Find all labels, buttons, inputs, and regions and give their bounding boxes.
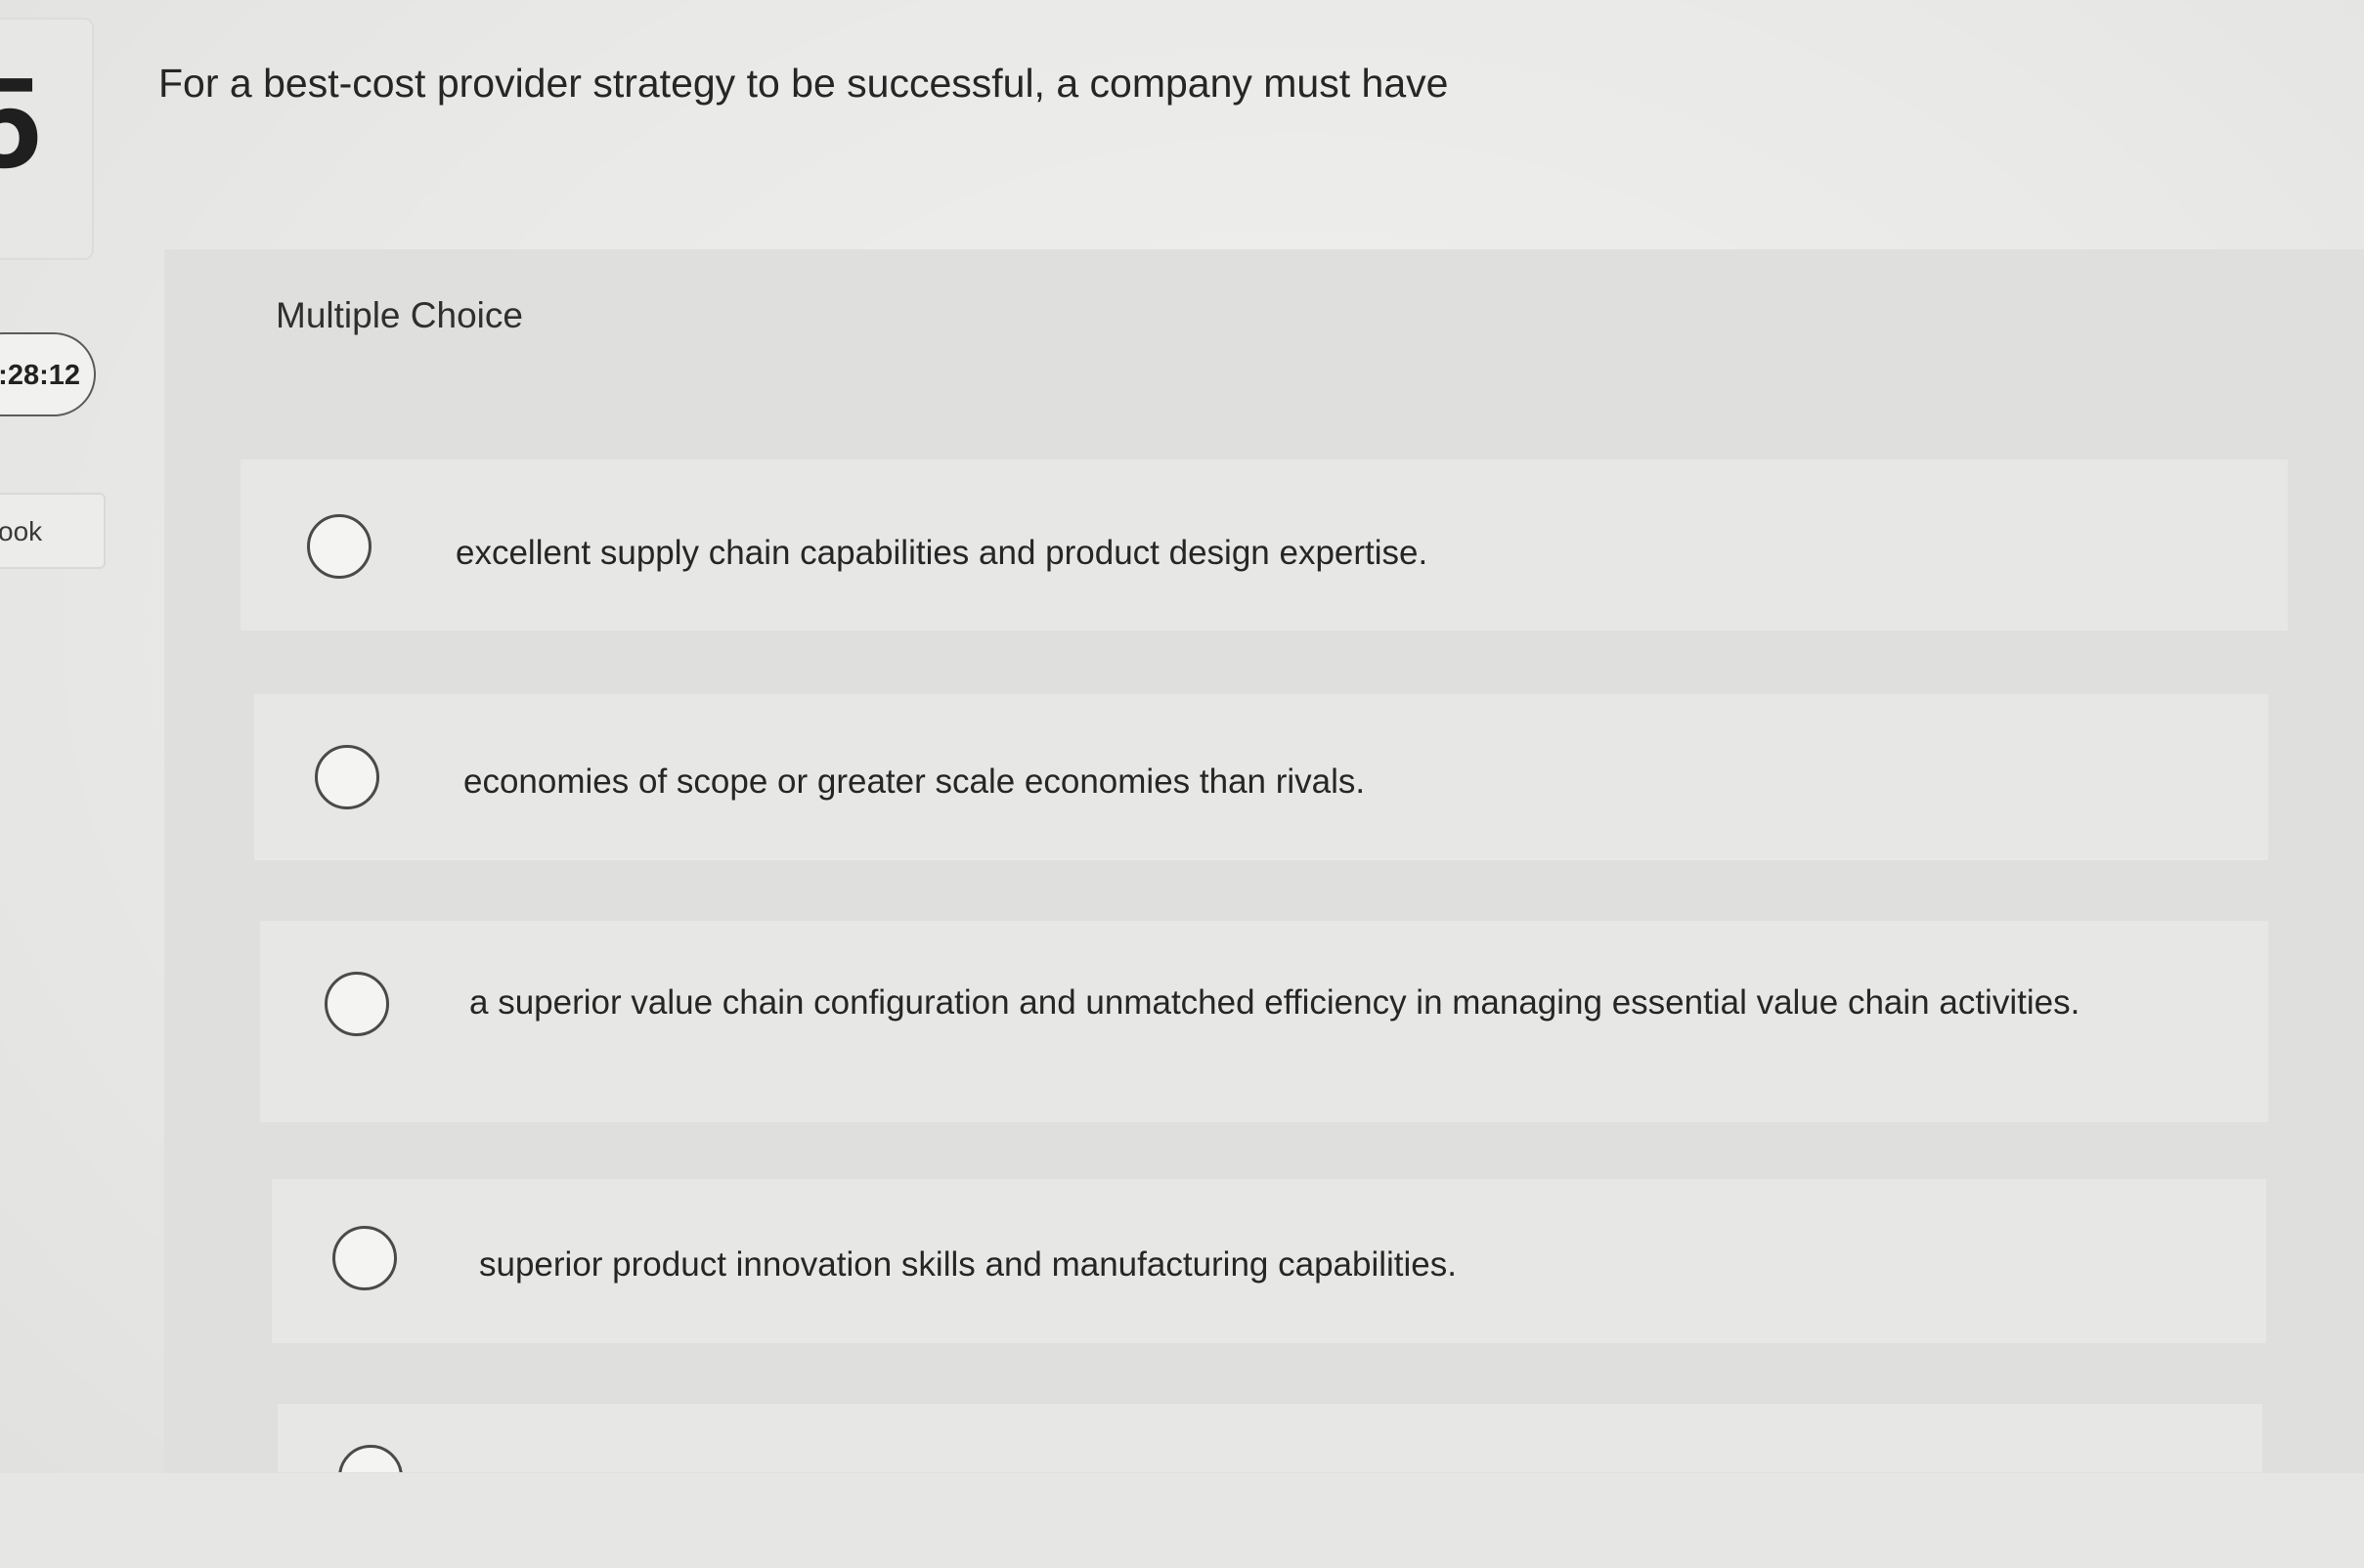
radio-button-c[interactable] <box>325 972 389 1036</box>
ebook-button-label: ook <box>0 516 43 546</box>
question-prompt: For a best-cost provider strategy to be … <box>158 61 1449 106</box>
timer-pill[interactable]: 0:28:12 <box>0 332 96 416</box>
choice-text-d: superior product innovation skills and m… <box>479 1245 1457 1284</box>
choice-option-c[interactable]: a superior value chain configuration and… <box>260 921 2268 1122</box>
radio-button-e[interactable] <box>338 1445 403 1472</box>
choice-option-e[interactable] <box>278 1404 2262 1472</box>
choice-option-d[interactable]: superior product innovation skills and m… <box>272 1179 2266 1343</box>
question-type-label: Multiple Choice <box>276 295 523 335</box>
choice-text-c: a superior value chain configuration and… <box>469 983 2080 1022</box>
question-number: 5 <box>0 59 41 188</box>
radio-button-b[interactable] <box>315 745 379 809</box>
choice-text-a: excellent supply chain capabilities and … <box>456 534 1428 572</box>
radio-button-d[interactable] <box>332 1226 397 1290</box>
radio-button-a[interactable] <box>307 514 372 579</box>
timer-text: 0:28:12 <box>0 360 80 391</box>
choice-text-b: economies of scope or greater scale econ… <box>463 762 1366 801</box>
choice-option-b[interactable]: economies of scope or greater scale econ… <box>254 694 2268 860</box>
question-number-box: 5 <box>0 18 94 260</box>
ebook-button[interactable]: ook <box>0 493 106 569</box>
bottom-strip <box>0 1473 2364 1568</box>
choice-option-a[interactable]: excellent supply chain capabilities and … <box>241 459 2288 631</box>
left-rail: 5 0:28:12 ook <box>0 0 147 1568</box>
